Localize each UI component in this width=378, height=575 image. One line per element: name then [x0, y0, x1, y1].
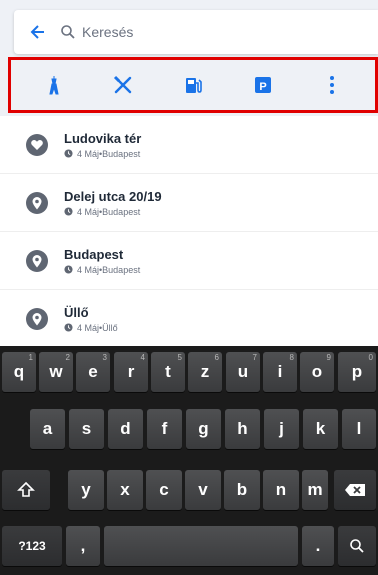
item-date: 4 Máj — [77, 206, 100, 217]
item-subtitle: 4 Máj • Budapest — [64, 207, 162, 217]
key-j[interactable]: j — [264, 409, 299, 449]
location-pin-icon — [25, 249, 49, 273]
item-place: Budapest — [102, 206, 141, 217]
key-x[interactable]: x — [107, 470, 143, 510]
key-n[interactable]: n — [263, 470, 299, 510]
key-q[interactable]: q1 — [2, 352, 36, 392]
clock-icon — [64, 207, 73, 216]
clock-icon — [64, 265, 73, 274]
key-c[interactable]: c — [146, 470, 182, 510]
key-i[interactable]: i8 — [263, 352, 297, 392]
item-subtitle: 4 Máj • Budapest — [64, 265, 140, 275]
key-v[interactable]: v — [185, 470, 221, 510]
key-p[interactable]: p0 — [338, 352, 376, 392]
key-b[interactable]: b — [224, 470, 260, 510]
symbols-key[interactable]: ?123 — [2, 526, 62, 566]
clock-icon — [64, 149, 73, 158]
key-l[interactable]: l — [342, 409, 376, 449]
backspace-key[interactable] — [334, 470, 376, 510]
key-a[interactable]: a — [30, 409, 65, 449]
tourist-attraction-icon[interactable] — [37, 68, 71, 102]
shift-icon — [17, 481, 35, 497]
key-h[interactable]: h — [225, 409, 260, 449]
location-pin-icon — [25, 307, 49, 331]
clock-icon — [64, 323, 73, 332]
item-title: Budapest — [64, 246, 124, 262]
item-date: 4 Máj — [77, 148, 100, 159]
key-d[interactable]: d — [108, 409, 143, 449]
item-place: Üllő — [102, 322, 118, 333]
list-item[interactable]: Ludovika tér 4 Máj • Budapest — [0, 116, 378, 174]
space-key[interactable] — [104, 526, 298, 566]
top-area: P — [0, 0, 378, 120]
key-f[interactable]: f — [147, 409, 182, 449]
svg-text:P: P — [259, 81, 266, 93]
item-title: Ludovika tér — [64, 130, 142, 146]
key-r[interactable]: r4 — [114, 352, 148, 392]
category-bar: P — [8, 57, 378, 113]
key-w[interactable]: w2 — [39, 352, 73, 392]
heart-pin-icon — [25, 133, 49, 157]
list-item[interactable]: Üllő 4 Máj • Üllő — [0, 290, 378, 348]
item-title: Üllő — [64, 304, 89, 320]
item-place: Budapest — [102, 148, 141, 159]
comma-key[interactable]: , — [66, 526, 100, 566]
key-g[interactable]: g — [186, 409, 221, 449]
parking-icon[interactable]: P — [246, 68, 280, 102]
item-date: 4 Máj — [77, 264, 100, 275]
item-subtitle: 4 Máj • Budapest — [64, 149, 141, 159]
item-date: 4 Máj — [77, 322, 100, 333]
shift-key[interactable] — [2, 470, 50, 510]
key-m[interactable]: m — [302, 470, 328, 510]
more-options-icon[interactable] — [315, 68, 349, 102]
item-subtitle: 4 Máj • Üllő — [64, 323, 118, 333]
item-title: Delej utca 20/19 — [64, 188, 162, 204]
back-arrow-icon[interactable] — [26, 21, 48, 43]
list-item[interactable]: Budapest 4 Máj • Budapest — [0, 232, 378, 290]
key-k[interactable]: k — [303, 409, 338, 449]
list-item[interactable]: Delej utca 20/19 4 Máj • Budapest — [0, 174, 378, 232]
period-key[interactable]: . — [302, 526, 334, 566]
key-e[interactable]: e3 — [76, 352, 110, 392]
item-place: Budapest — [102, 264, 141, 275]
restaurant-icon[interactable] — [106, 68, 140, 102]
on-screen-keyboard: q1 w2 e3 r4 t5 z6 u7 i8 o9 p0 a s d f g … — [0, 346, 378, 575]
key-u[interactable]: u7 — [226, 352, 260, 392]
key-s[interactable]: s — [69, 409, 104, 449]
key-y[interactable]: y — [68, 470, 104, 510]
search-key[interactable] — [338, 526, 376, 566]
search-input[interactable] — [82, 24, 332, 40]
search-icon — [60, 24, 76, 40]
backspace-icon — [345, 484, 365, 496]
key-o[interactable]: o9 — [300, 352, 334, 392]
key-z[interactable]: z6 — [188, 352, 222, 392]
search-bar — [14, 10, 378, 54]
location-pin-icon — [25, 191, 49, 215]
recent-places-list: Ludovika tér 4 Máj • Budapest Delej utca… — [0, 116, 378, 348]
key-t[interactable]: t5 — [151, 352, 185, 392]
gas-station-icon[interactable] — [176, 68, 210, 102]
search-icon — [350, 539, 364, 553]
